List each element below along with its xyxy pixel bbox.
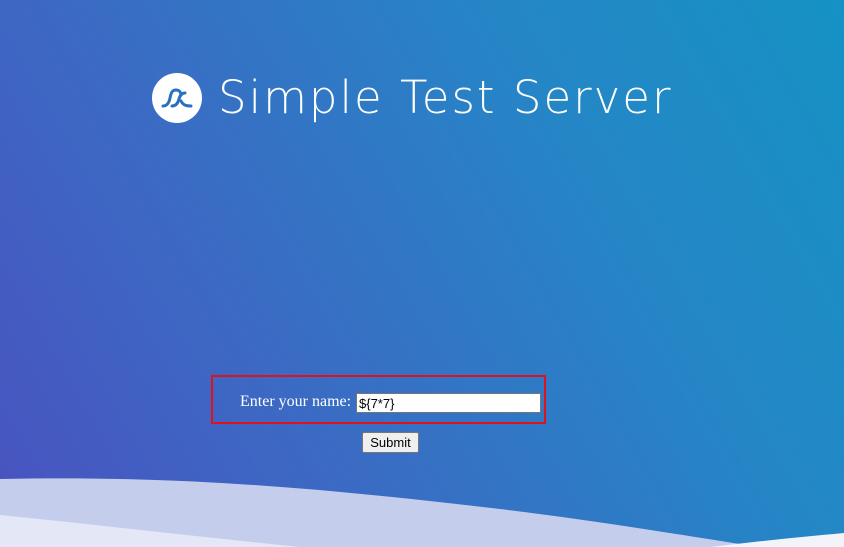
decorative-waves xyxy=(0,478,844,547)
name-label: Enter your name: xyxy=(240,393,352,410)
name-input[interactable] xyxy=(356,393,541,413)
page-title: Simple Test Server xyxy=(218,71,673,124)
submit-button[interactable]: Submit xyxy=(362,432,419,453)
header: Simple Test Server xyxy=(152,70,672,126)
wave-logo-icon xyxy=(152,73,202,123)
